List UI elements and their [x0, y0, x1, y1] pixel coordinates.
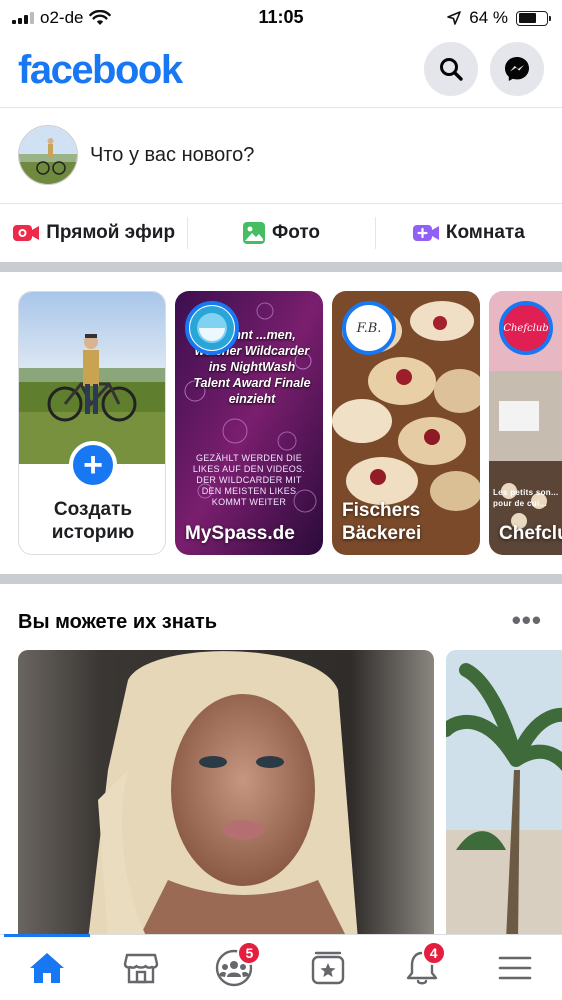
- photo-icon: [242, 222, 265, 244]
- photo-label: Фото: [271, 222, 320, 243]
- story-card[interactable]: ...könnt ...men, welcher Wildcarder ins …: [175, 291, 323, 555]
- story-avatar: F.B.: [342, 301, 396, 355]
- story-card[interactable]: Les petits son... pour de cui... Chefclu…: [489, 291, 562, 555]
- pymk-card[interactable]: [18, 650, 434, 940]
- create-story-label: Создать историю: [51, 499, 135, 543]
- pymk-title: Вы можете их знать: [18, 611, 218, 633]
- live-video-label: Прямой эфир: [46, 222, 176, 243]
- tab-groups[interactable]: 5: [187, 935, 281, 1000]
- battery-icon: [516, 10, 551, 26]
- location-arrow-icon: [447, 11, 462, 25]
- tab-home[interactable]: [0, 934, 94, 1000]
- notifications-badge: 4: [421, 941, 446, 965]
- story-avatar: Chefclub: [499, 301, 553, 355]
- story-avatar-monogram: F.B.: [356, 320, 382, 336]
- bottom-tab-bar: 5 4: [0, 934, 562, 1000]
- pymk-photo: [446, 650, 562, 940]
- room-button[interactable]: Комната: [374, 205, 562, 261]
- user-avatar[interactable]: [18, 125, 78, 185]
- facebook-logo[interactable]: facebook: [18, 48, 183, 93]
- status-right: 64 %: [447, 8, 551, 28]
- status-bar: o2-de 11:05 64 %: [0, 0, 562, 34]
- messenger-button[interactable]: [490, 42, 544, 96]
- battery-percent: 64 %: [469, 8, 508, 27]
- tab-menu[interactable]: [468, 935, 562, 1000]
- tab-notifications[interactable]: 4: [375, 935, 469, 1000]
- story-name: Chefclu: [499, 523, 562, 544]
- story-overlay-caption: GEZÄHLT WERDEN DIE LIKES AUF DEN VIDEOS.…: [192, 453, 306, 507]
- story-avatar: [185, 301, 239, 355]
- create-story-card[interactable]: + Создать историю: [18, 291, 166, 555]
- composer-actions: Прямой эфир Фото Комната: [0, 205, 562, 261]
- home-icon: [29, 952, 64, 983]
- live-video-icon: [13, 225, 40, 241]
- story-name: Fischers Bäckerei: [342, 500, 422, 544]
- search-icon: [440, 58, 463, 81]
- photo-button[interactable]: Фото: [187, 205, 374, 261]
- pages-icon: [311, 951, 345, 984]
- live-video-button[interactable]: Прямой эфир: [0, 205, 187, 261]
- add-story-icon[interactable]: +: [69, 441, 117, 489]
- story-name: MySpass.de: [185, 523, 295, 544]
- room-icon: [412, 225, 439, 241]
- search-button[interactable]: [424, 42, 478, 96]
- messenger-icon: [505, 57, 529, 81]
- stories-tray: + Создать историю ...könnt ...men, welch…: [18, 291, 562, 555]
- tab-marketplace[interactable]: [94, 935, 188, 1000]
- pymk-card[interactable]: [446, 650, 562, 940]
- room-label: Комната: [445, 222, 525, 243]
- section-divider: [0, 574, 562, 584]
- groups-badge: 5: [237, 941, 262, 965]
- composer-prompt[interactable]: Что у вас нового?: [90, 144, 254, 167]
- more-options-icon[interactable]: •••: [512, 605, 542, 636]
- section-divider: [0, 262, 562, 272]
- menu-icon: [498, 956, 532, 979]
- post-composer[interactable]: Что у вас нового?: [0, 108, 562, 204]
- story-card[interactable]: F.B. Fischers Bäckerei: [332, 291, 480, 555]
- user-photo: [19, 292, 165, 464]
- tab-pages[interactable]: [281, 935, 375, 1000]
- app-header: facebook: [0, 34, 562, 108]
- story-avatar-logo: Chefclub: [503, 322, 549, 334]
- marketplace-icon: [123, 953, 158, 983]
- story-overlay-caption: Les petits son... pour de cui...: [493, 488, 559, 508]
- pymk-photo: [18, 650, 434, 940]
